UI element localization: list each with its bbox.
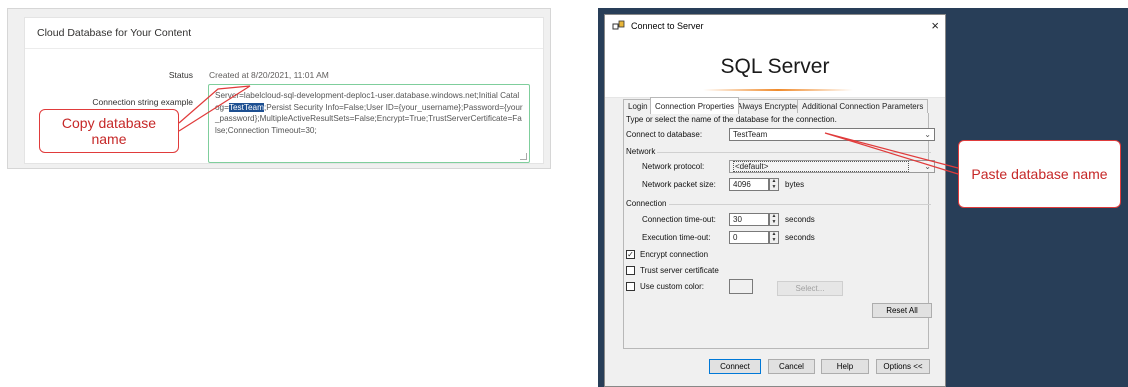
trust-certificate-checkbox[interactable] bbox=[626, 266, 635, 275]
protocol-value: <default> bbox=[733, 161, 910, 172]
title-bar: Connect to Server × bbox=[605, 15, 945, 37]
card-title: Cloud Database for Your Content bbox=[37, 27, 192, 39]
selected-database-name[interactable]: TestTeam bbox=[228, 102, 264, 112]
encrypt-checkbox[interactable]: ✓ bbox=[626, 250, 635, 259]
copy-callout-text: Copy database name bbox=[61, 115, 157, 147]
status-label: Status bbox=[168, 70, 193, 80]
exec-timeout-input[interactable]: 0 bbox=[729, 231, 769, 244]
exec-timeout-spinner[interactable]: ▲ ▼ bbox=[769, 231, 779, 244]
chevron-down-icon: ⌄ bbox=[924, 162, 931, 171]
custom-color-label: Use custom color: bbox=[640, 282, 705, 291]
connect-button[interactable]: Connect bbox=[709, 359, 761, 374]
encrypt-label: Encrypt connection bbox=[640, 250, 709, 259]
conn-timeout-spinner[interactable]: ▲ ▼ bbox=[769, 213, 779, 226]
connect-db-value: TestTeam bbox=[733, 130, 768, 139]
banner: SQL Server bbox=[605, 37, 945, 98]
card-divider bbox=[25, 48, 543, 49]
custom-color-checkbox[interactable] bbox=[626, 282, 635, 291]
tab-additional-parameters[interactable]: Additional Connection Parameters bbox=[797, 99, 929, 113]
tab-always-encrypted[interactable]: Always Encrypted bbox=[732, 99, 806, 113]
select-color-button[interactable]: Select... bbox=[777, 281, 843, 296]
connection-string-label: Connection string example bbox=[92, 97, 193, 107]
close-icon[interactable]: × bbox=[931, 18, 939, 33]
conn-timeout-label: Connection time-out: bbox=[642, 215, 716, 224]
paste-callout-text: Paste database name bbox=[971, 166, 1108, 182]
connection-string-textarea[interactable]: Server=labelcloud-sql-development-deploc… bbox=[208, 84, 530, 163]
tab-connection-properties[interactable]: Connection Properties bbox=[650, 97, 740, 114]
connection-group-line bbox=[669, 204, 931, 205]
network-group-line bbox=[657, 152, 931, 153]
exec-timeout-unit: seconds bbox=[785, 233, 815, 242]
packet-size-input[interactable]: 4096 bbox=[729, 178, 769, 191]
options-button[interactable]: Options << bbox=[876, 359, 930, 374]
banner-accent-line bbox=[703, 89, 853, 91]
packet-size-label: Network packet size: bbox=[642, 180, 716, 189]
cancel-button[interactable]: Cancel bbox=[768, 359, 815, 374]
dialog-title: Connect to Server bbox=[631, 21, 704, 31]
protocol-dropdown[interactable]: <default> ⌄ bbox=[729, 160, 935, 173]
trust-certificate-label: Trust server certificate bbox=[640, 266, 719, 275]
network-group-label: Network bbox=[626, 147, 656, 156]
conn-timeout-unit: seconds bbox=[785, 215, 815, 224]
paste-database-callout: Paste database name bbox=[958, 140, 1121, 208]
copy-database-callout: Copy database name bbox=[39, 109, 179, 153]
help-button[interactable]: Help bbox=[821, 359, 869, 374]
server-plug-icon bbox=[612, 20, 625, 30]
banner-title: SQL Server bbox=[720, 55, 830, 78]
chevron-down-icon: ⌄ bbox=[924, 130, 931, 139]
color-swatch[interactable] bbox=[729, 279, 753, 294]
exec-timeout-label: Execution time-out: bbox=[642, 233, 711, 242]
packet-unit: bytes bbox=[785, 180, 805, 189]
connect-db-label: Connect to database: bbox=[626, 130, 703, 139]
instruction-text: Type or select the name of the database … bbox=[626, 115, 837, 124]
connect-to-server-dialog: Connect to Server × SQL Server Login Con… bbox=[604, 14, 946, 387]
tab-login[interactable]: Login bbox=[623, 99, 653, 113]
protocol-label: Network protocol: bbox=[642, 162, 705, 171]
resize-grip[interactable] bbox=[520, 153, 527, 160]
connection-group-label: Connection bbox=[626, 199, 667, 208]
status-value: Created at 8/20/2021, 11:01 AM bbox=[209, 70, 329, 80]
conn-timeout-input[interactable]: 30 bbox=[729, 213, 769, 226]
reset-all-button[interactable]: Reset All bbox=[872, 303, 932, 318]
packet-size-spinner[interactable]: ▲ ▼ bbox=[769, 178, 779, 191]
connect-db-dropdown[interactable]: TestTeam ⌄ bbox=[729, 128, 935, 141]
